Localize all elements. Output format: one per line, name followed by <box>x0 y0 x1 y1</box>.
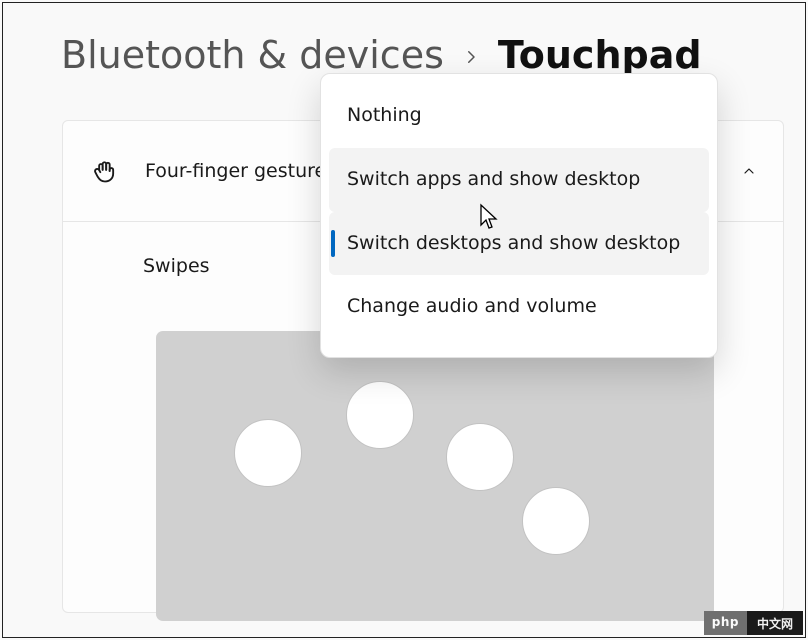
watermark-left: php <box>704 611 747 635</box>
finger-dot <box>234 419 302 487</box>
finger-dot <box>346 381 414 449</box>
dropdown-option-label: Change audio and volume <box>347 295 597 317</box>
breadcrumb-current: Touchpad <box>498 33 702 77</box>
dropdown-option-label: Nothing <box>347 104 422 126</box>
swipes-label: Swipes <box>143 255 210 277</box>
breadcrumb: Bluetooth & devices Touchpad <box>61 33 702 77</box>
dropdown-option-audio-volume[interactable]: Change audio and volume <box>329 275 709 339</box>
hand-icon <box>91 157 119 185</box>
breadcrumb-parent[interactable]: Bluetooth & devices <box>61 33 444 77</box>
dropdown-option-label: Switch apps and show desktop <box>347 168 640 190</box>
finger-dot <box>446 423 514 491</box>
dropdown-option-switch-apps[interactable]: Switch apps and show desktop <box>329 148 709 212</box>
touchpad-preview <box>156 331 714 621</box>
dropdown-option-switch-desktops[interactable]: Switch desktops and show desktop <box>329 212 709 276</box>
swipes-dropdown[interactable]: Nothing Switch apps and show desktop Swi… <box>320 73 718 358</box>
watermark: php 中文网 <box>704 611 803 635</box>
section-title: Four-finger gestures <box>145 160 336 182</box>
chevron-up-icon[interactable] <box>741 163 757 179</box>
watermark-right: 中文网 <box>747 611 803 635</box>
chevron-right-icon <box>462 40 480 73</box>
dropdown-option-nothing[interactable]: Nothing <box>329 84 709 148</box>
dropdown-option-label: Switch desktops and show desktop <box>347 232 680 254</box>
finger-dot <box>522 487 590 555</box>
settings-frame: Bluetooth & devices Touchpad Four-finger… <box>2 2 806 638</box>
